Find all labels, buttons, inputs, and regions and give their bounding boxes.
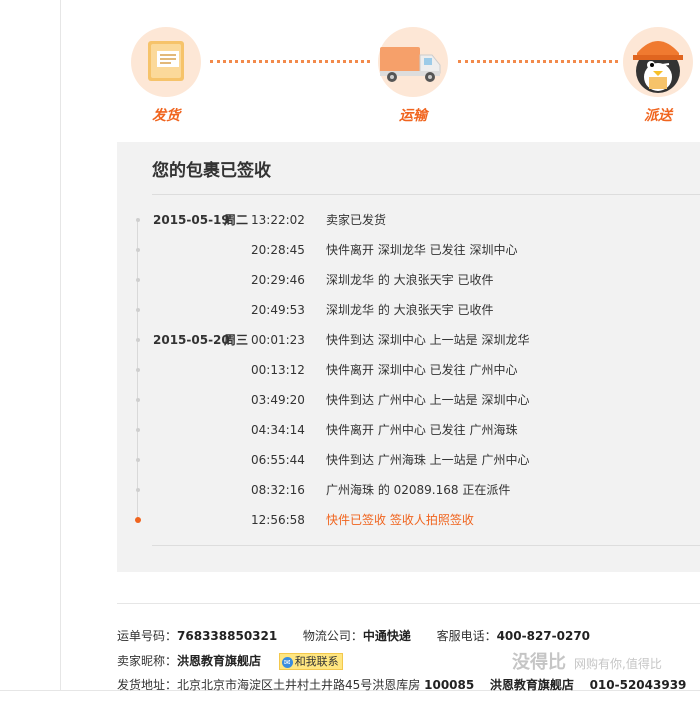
courier-company: 中通快递	[362, 629, 411, 643]
timeline-dot	[136, 428, 140, 432]
timeline-time: 06:55:44	[251, 453, 305, 467]
timeline-desc: 深圳龙华 的 大浪张天宇 已收件	[326, 303, 494, 317]
timeline-time: 03:49:20	[251, 393, 305, 407]
timeline-dot	[136, 218, 140, 222]
step-label-transport: 运输	[399, 108, 427, 124]
timeline-desc: 深圳龙华 的 大浪张天宇 已收件	[326, 273, 494, 287]
zip-code: 100085	[424, 678, 475, 692]
timeline-desc: 快件到达 深圳中心 上一站是 深圳龙华	[326, 333, 530, 347]
watermark-sub: 网购有你,值得比	[574, 657, 662, 671]
watermark-main: 没得比	[512, 652, 566, 673]
tracking-panel: 您的包裹已签收 2015-05-19 周二 13:22:02 卖家已发货 20:…	[117, 142, 700, 572]
timeline-time: 12:56:58	[251, 513, 305, 527]
timeline-dot	[136, 278, 140, 282]
timeline-dot	[136, 368, 140, 372]
step-transport: 运输	[378, 27, 448, 125]
contact-me-button[interactable]: ✉ 和我联系	[278, 653, 343, 670]
divider	[117, 603, 700, 604]
timeline-dot	[136, 488, 140, 492]
chat-icon: ✉	[281, 656, 293, 668]
step-label-ship: 发货	[152, 108, 180, 124]
seller-name-2: 洪恩教育旗舰店	[489, 678, 574, 692]
company-label: 物流公司：	[302, 629, 363, 643]
timeline-desc: 快件离开 深圳中心 已发往 广州中心	[326, 363, 518, 377]
address-label: 发货地址：	[117, 678, 178, 692]
divider	[152, 194, 700, 195]
timeline-time: 20:29:46	[251, 273, 305, 287]
watermark: 没得比 网购有你,值得比	[512, 648, 662, 674]
courier-icon	[623, 27, 693, 97]
timeline-weekday: 周三	[224, 333, 249, 347]
timeline-dot	[136, 398, 140, 402]
tracking-number: 768338850321	[177, 629, 278, 643]
timeline-desc: 快件离开 深圳龙华 已发往 深圳中心	[326, 243, 518, 257]
timeline-desc: 快件到达 广州中心 上一站是 深圳中心	[326, 393, 530, 407]
timeline-dot	[136, 248, 140, 252]
timeline-date: 2015-05-20	[153, 333, 230, 347]
timeline-desc: 卖家已发货	[326, 213, 387, 227]
seller-phone: 010-52043939	[589, 678, 687, 692]
timeline-dot	[136, 458, 140, 462]
timeline-date: 2015-05-19	[153, 213, 230, 227]
truck-icon	[378, 27, 448, 97]
ship-address: 北京北京市海淀区土井村土井路45号洪恩库房	[177, 678, 421, 692]
timeline-dot	[136, 308, 140, 312]
progress-dots	[210, 60, 370, 67]
progress-dots	[458, 60, 618, 67]
divider	[152, 545, 700, 546]
contact-me-label: 和我联系	[294, 655, 339, 668]
service-phone: 400-827-0270	[496, 629, 591, 643]
timeline-desc: 广州海珠 的 02089.168 正在派件	[326, 483, 511, 497]
timeline-dot-active	[135, 517, 141, 523]
timeline-weekday: 周二	[224, 213, 249, 227]
timeline-time: 00:13:12	[251, 363, 305, 377]
timeline-time: 13:22:02	[251, 213, 305, 227]
step-deliver: 派送	[623, 27, 693, 125]
timeline-dot	[136, 338, 140, 342]
timeline-desc: 快件到达 广州海珠 上一站是 广州中心	[326, 453, 530, 467]
timeline-time: 04:34:14	[251, 423, 305, 437]
package-icon	[131, 27, 201, 97]
timeline-desc-signed: 快件已签收 签收人拍照签收	[326, 513, 474, 527]
seller-info-row: 卖家昵称：洪恩教育旗舰店 ✉ 和我联系	[117, 652, 343, 670]
shipment-info-row: 运单号码：768338850321 物流公司：中通快递 客服电话：400-827…	[117, 627, 590, 644]
tracking-label: 运单号码：	[117, 629, 178, 643]
timeline-time: 08:32:16	[251, 483, 305, 497]
seller-name[interactable]: 洪恩教育旗舰店	[177, 654, 261, 668]
timeline-time: 20:49:53	[251, 303, 305, 317]
timeline-time: 00:01:23	[251, 333, 305, 347]
phone-label: 客服电话：	[436, 629, 497, 643]
address-info-row: 发货地址：北京北京市海淀区土井村土井路45号洪恩库房 100085 洪恩教育旗舰…	[117, 676, 686, 693]
panel-title: 您的包裹已签收	[152, 161, 271, 181]
timeline-desc: 快件离开 广州中心 已发往 广州海珠	[326, 423, 518, 437]
left-divider	[60, 0, 61, 690]
seller-label: 卖家昵称：	[117, 654, 178, 668]
timeline-time: 20:28:45	[251, 243, 305, 257]
step-label-deliver: 派送	[644, 108, 672, 124]
step-ship: 发货	[131, 27, 201, 125]
